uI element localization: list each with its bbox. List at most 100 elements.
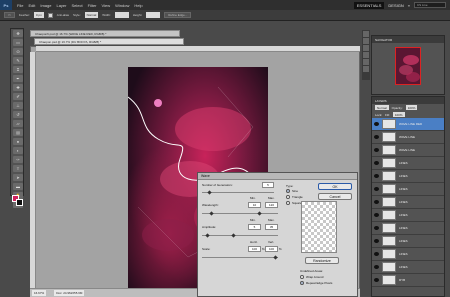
type-sine-radio[interactable]: [286, 189, 290, 193]
color-icon[interactable]: [363, 45, 369, 51]
eyedropper-tool-icon[interactable]: ✒: [13, 75, 23, 82]
eye-icon[interactable]: [374, 200, 379, 204]
brush-tool-icon[interactable]: ✐: [13, 93, 23, 100]
eye-icon[interactable]: [374, 122, 379, 126]
eye-icon[interactable]: [374, 148, 379, 152]
blend-mode-select[interactable]: Normal: [375, 105, 389, 110]
layer-row[interactable]: WAVE LINE: [372, 131, 444, 144]
quick-select-tool-icon[interactable]: ✎: [13, 57, 23, 64]
clone-stamp-icon[interactable]: ⊥: [13, 102, 23, 109]
layer-row[interactable]: LINES: [372, 235, 444, 248]
pen-tool-icon[interactable]: ✑: [13, 156, 23, 163]
marquee-tool-icon[interactable]: ▭: [13, 39, 23, 46]
opacity-input[interactable]: 100%: [405, 105, 418, 110]
scale-slider[interactable]: [202, 257, 278, 258]
marquee-tool-icon[interactable]: ▭: [4, 12, 15, 18]
eraser-tool-icon[interactable]: ▱: [13, 120, 23, 127]
adjustments-icon[interactable]: [363, 66, 369, 72]
layer-row[interactable]: LINES: [372, 222, 444, 235]
menu-filter[interactable]: Filter: [88, 3, 97, 8]
layer-row[interactable]: WAVE LINE RED: [372, 118, 444, 131]
navigator-title[interactable]: NAVIGATOR: [372, 36, 444, 43]
eye-icon[interactable]: [374, 135, 379, 139]
zoom-level[interactable]: 16.67%: [32, 290, 47, 296]
history-icon[interactable]: [363, 31, 369, 37]
type-square-radio[interactable]: [286, 201, 290, 205]
amplitude-min-knob[interactable]: [205, 233, 210, 238]
move-tool-icon[interactable]: ✥: [13, 30, 23, 37]
layer-row[interactable]: LINES: [372, 209, 444, 222]
menu-window[interactable]: Window: [115, 3, 129, 8]
eye-icon[interactable]: [374, 187, 379, 191]
amplitude-max-knob[interactable]: [231, 233, 236, 238]
crop-tool-icon[interactable]: ⌗: [13, 66, 23, 73]
antialias-checkbox[interactable]: [47, 12, 53, 18]
document-tab-2[interactable]: Chaopon.psd @ 16.7% (DU BOOYA, RGB/8) *: [34, 38, 184, 45]
wrap-around-radio[interactable]: [300, 275, 304, 279]
swatches-icon[interactable]: [363, 52, 369, 58]
workspace-design[interactable]: DESIGN: [388, 3, 403, 8]
background-color-swatch[interactable]: [16, 199, 23, 206]
layers-title[interactable]: LAYERS: [372, 97, 444, 104]
eye-icon[interactable]: [374, 174, 379, 178]
eye-icon[interactable]: [374, 213, 379, 217]
ok-button[interactable]: OK: [318, 183, 352, 190]
healing-brush-icon[interactable]: ✚: [13, 84, 23, 91]
type-triangle-radio[interactable]: [286, 195, 290, 199]
menu-view[interactable]: View: [102, 3, 111, 8]
refine-edge-button[interactable]: Refine Edge...: [164, 12, 192, 18]
amplitude-slider[interactable]: [202, 235, 278, 236]
generators-slider[interactable]: [202, 192, 274, 193]
cs-live-search[interactable]: CS Live: [414, 2, 446, 8]
wave-dialog-title[interactable]: Wave: [198, 173, 357, 180]
feather-input[interactable]: 0 px: [34, 12, 44, 18]
layer-row[interactable]: LINES: [372, 261, 444, 274]
scale-horiz-knob[interactable]: [273, 255, 278, 260]
scale-horiz-input[interactable]: 100: [248, 246, 261, 252]
navigator-thumbnail[interactable]: [395, 47, 421, 85]
actions-icon[interactable]: [363, 38, 369, 44]
eye-icon[interactable]: [374, 226, 379, 230]
menu-layer[interactable]: Layer: [56, 3, 66, 8]
fill-input[interactable]: 100%: [392, 112, 405, 117]
layer-row[interactable]: LINES: [372, 196, 444, 209]
menu-select[interactable]: Select: [72, 3, 83, 8]
workspace-more[interactable]: »: [408, 3, 410, 8]
menu-image[interactable]: Image: [40, 3, 51, 8]
wavelength-max-knob[interactable]: [257, 211, 262, 216]
wavelength-min-input[interactable]: 10: [248, 202, 261, 208]
eye-icon[interactable]: [374, 252, 379, 256]
document-tab-1[interactable]: Chaopon6.psd @ 16.7% (WAVE LINE RED, RGB…: [30, 30, 180, 37]
scale-vert-input[interactable]: 100: [265, 246, 278, 252]
height-input[interactable]: [146, 12, 161, 18]
menu-edit[interactable]: Edit: [28, 3, 35, 8]
layer-row[interactable]: LINES: [372, 157, 444, 170]
layer-row[interactable]: LINES: [372, 183, 444, 196]
workspace-essentials[interactable]: ESSENTIALS: [353, 1, 385, 9]
eye-icon[interactable]: [374, 278, 379, 282]
history-brush-icon[interactable]: ↺: [13, 111, 23, 118]
type-tool-icon[interactable]: T: [13, 165, 23, 172]
menu-help[interactable]: Help: [134, 3, 142, 8]
blur-tool-icon[interactable]: ●: [13, 138, 23, 145]
wavelength-max-input[interactable]: 120: [265, 202, 278, 208]
eye-icon[interactable]: [374, 161, 379, 165]
eye-icon[interactable]: [374, 265, 379, 269]
repeat-edge-radio[interactable]: [300, 281, 304, 285]
eye-icon[interactable]: [374, 239, 379, 243]
lasso-tool-icon[interactable]: ʘ: [13, 48, 23, 55]
width-input[interactable]: [114, 12, 129, 18]
path-select-icon[interactable]: ➤: [13, 174, 23, 181]
dodge-tool-icon[interactable]: ◐: [13, 147, 23, 154]
generators-slider-knob[interactable]: [207, 190, 212, 195]
generators-input[interactable]: 5: [262, 182, 274, 188]
amplitude-min-input[interactable]: 5: [248, 224, 261, 230]
menu-file[interactable]: File: [17, 3, 23, 8]
layer-row[interactable]: LINES: [372, 170, 444, 183]
gradient-tool-icon[interactable]: ▤: [13, 129, 23, 136]
layer-row[interactable]: WAVE LINE: [372, 144, 444, 157]
styles-icon[interactable]: [363, 59, 369, 65]
amplitude-max-input[interactable]: 35: [265, 224, 278, 230]
shape-tool-icon[interactable]: ▬: [13, 183, 23, 190]
layer-row[interactable]: LINES: [372, 248, 444, 261]
